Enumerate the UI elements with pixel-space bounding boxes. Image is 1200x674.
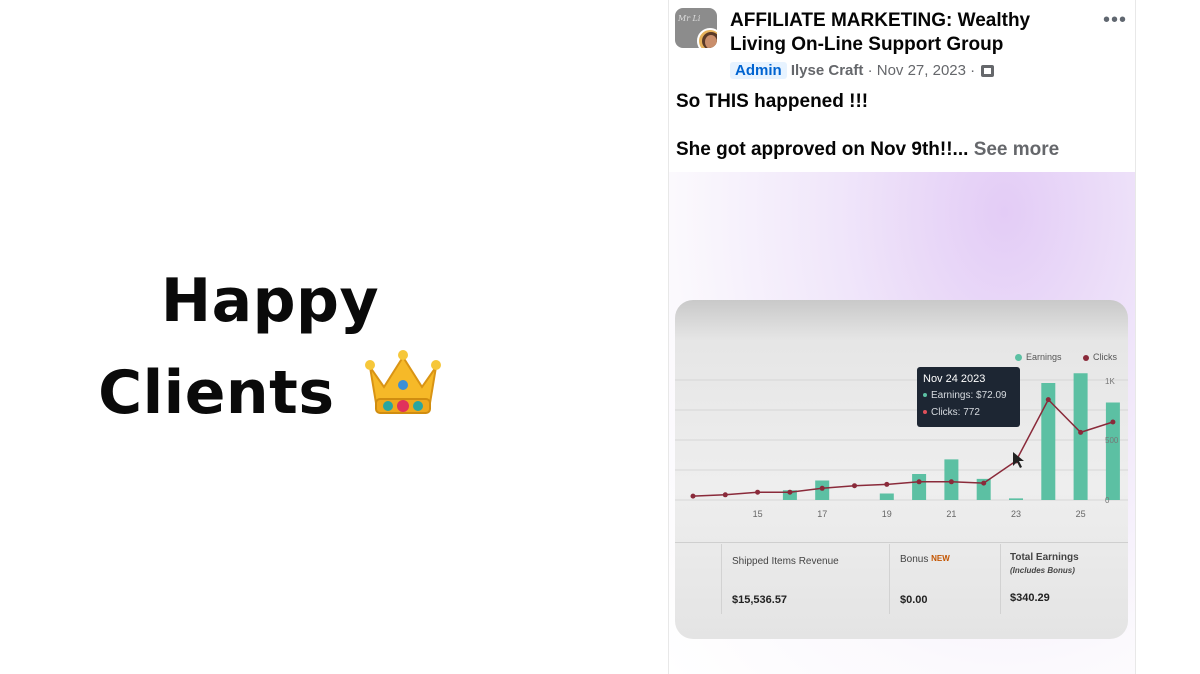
y-tick-label: 500 bbox=[1105, 436, 1119, 445]
total-earnings-label: Total Earnings bbox=[1010, 552, 1079, 563]
admin-badge: Admin bbox=[730, 62, 787, 79]
clicks-point bbox=[690, 493, 696, 499]
earnings-chart: 15 17 19 21 23 25 1K 500 0 bbox=[675, 373, 1128, 519]
legend-clicks-label: Clicks bbox=[1093, 352, 1117, 362]
post-media[interactable]: 15 17 19 21 23 25 1K 500 0 Earnings Clicks Nov 2… bbox=[669, 172, 1135, 674]
tooltip-earnings-text: Earnings: $72.09 bbox=[931, 390, 1007, 401]
clicks-point bbox=[1078, 429, 1084, 435]
tooltip-clicks: Clicks: 772 bbox=[923, 407, 980, 418]
x-tick-label: 19 bbox=[882, 509, 892, 519]
legend-earnings-label: Earnings bbox=[1026, 352, 1062, 362]
clicks-point bbox=[852, 483, 857, 489]
y-tick-label: 0 bbox=[1105, 496, 1110, 505]
group-avatar-text: Mr Li bbox=[678, 14, 701, 23]
clicks-point bbox=[884, 481, 890, 487]
post-card: Mr Li AFFILIATE MARKETING: Wealthy Livin… bbox=[668, 0, 1136, 674]
more-options-icon[interactable]: ••• bbox=[1103, 10, 1127, 30]
shipped-revenue-label: Shipped Items Revenue bbox=[732, 556, 839, 567]
post-meta: Admin Ilyse Craft · Nov 27, 2023 · bbox=[730, 62, 995, 79]
group-name[interactable]: AFFILIATE MARKETING: Wealthy Living On-L… bbox=[730, 9, 1090, 57]
clicks-point bbox=[755, 489, 761, 495]
earnings-bar bbox=[1073, 373, 1088, 500]
cursor-icon bbox=[1013, 452, 1024, 468]
x-tick-label: 23 bbox=[1011, 509, 1021, 519]
shipped-revenue-value: $15,536.57 bbox=[732, 594, 788, 606]
total-earnings-sub: (Includes Bonus) bbox=[1010, 566, 1075, 575]
post-text-line2: She got approved on Nov 9th!!... See mor… bbox=[676, 138, 1059, 162]
post-text-line1: So THIS happened !!! bbox=[676, 91, 869, 112]
group-avatar[interactable]: Mr Li bbox=[675, 8, 717, 48]
author-name[interactable]: Ilyse Craft bbox=[791, 62, 864, 79]
clicks-point bbox=[787, 489, 793, 495]
group-audience-icon[interactable] bbox=[981, 65, 995, 78]
headline-line2-text: Clients bbox=[98, 358, 335, 428]
headline-line1: Happy bbox=[160, 266, 380, 336]
post-body: So THIS happened !!! She got approved on… bbox=[676, 90, 1059, 162]
x-tick-label: 17 bbox=[817, 509, 827, 519]
new-tag: NEW bbox=[931, 554, 950, 563]
headline-line2: Clients bbox=[60, 347, 480, 445]
bonus-label-text: Bonus bbox=[900, 554, 929, 565]
tooltip-clicks-text: Clicks: 772 bbox=[931, 407, 980, 418]
legend-clicks: Clicks bbox=[1083, 352, 1117, 362]
y-tick-label: 1K bbox=[1105, 377, 1115, 386]
crown-icon bbox=[364, 347, 442, 445]
clicks-point bbox=[948, 479, 954, 485]
meta-separator: · bbox=[867, 62, 873, 79]
see-more-link[interactable]: See more bbox=[974, 139, 1060, 160]
total-earnings-value: $340.29 bbox=[1010, 592, 1050, 604]
tooltip-date: Nov 24 2023 bbox=[923, 373, 986, 385]
bonus-value: $0.00 bbox=[900, 594, 928, 606]
earnings-screenshot[interactable]: 15 17 19 21 23 25 1K 500 0 Earnings Clicks Nov 2… bbox=[675, 300, 1128, 639]
earnings-summary: Shipped Items Revenue $15,536.57 Bonus N… bbox=[675, 542, 1128, 617]
x-tick-label: 15 bbox=[753, 509, 763, 519]
clicks-point bbox=[819, 485, 825, 491]
clicks-point bbox=[981, 480, 987, 486]
x-tick-label: 21 bbox=[946, 509, 956, 519]
bonus-label: Bonus NEW bbox=[900, 554, 950, 565]
tooltip-earnings: Earnings: $72.09 bbox=[923, 390, 1007, 401]
earnings-bar bbox=[1009, 498, 1023, 500]
clicks-point bbox=[1110, 419, 1116, 425]
headline: Happy Clients bbox=[60, 255, 480, 445]
legend-earnings: Earnings bbox=[1015, 352, 1062, 362]
clicks-point bbox=[722, 492, 728, 498]
chart-tooltip: Nov 24 2023 Earnings: $72.09 Clicks: 772 bbox=[917, 367, 1020, 427]
earnings-bar bbox=[1105, 402, 1120, 500]
user-avatar[interactable] bbox=[697, 28, 717, 48]
clicks-point bbox=[916, 479, 922, 485]
earnings-bar bbox=[879, 493, 894, 500]
clicks-point bbox=[1045, 397, 1051, 403]
meta-separator-2: · bbox=[970, 62, 976, 79]
earnings-bar bbox=[912, 474, 927, 500]
post-text-line2-content: She got approved on Nov 9th!!... bbox=[676, 139, 969, 160]
post-date[interactable]: Nov 27, 2023 bbox=[877, 62, 966, 79]
x-tick-label: 25 bbox=[1076, 509, 1086, 519]
